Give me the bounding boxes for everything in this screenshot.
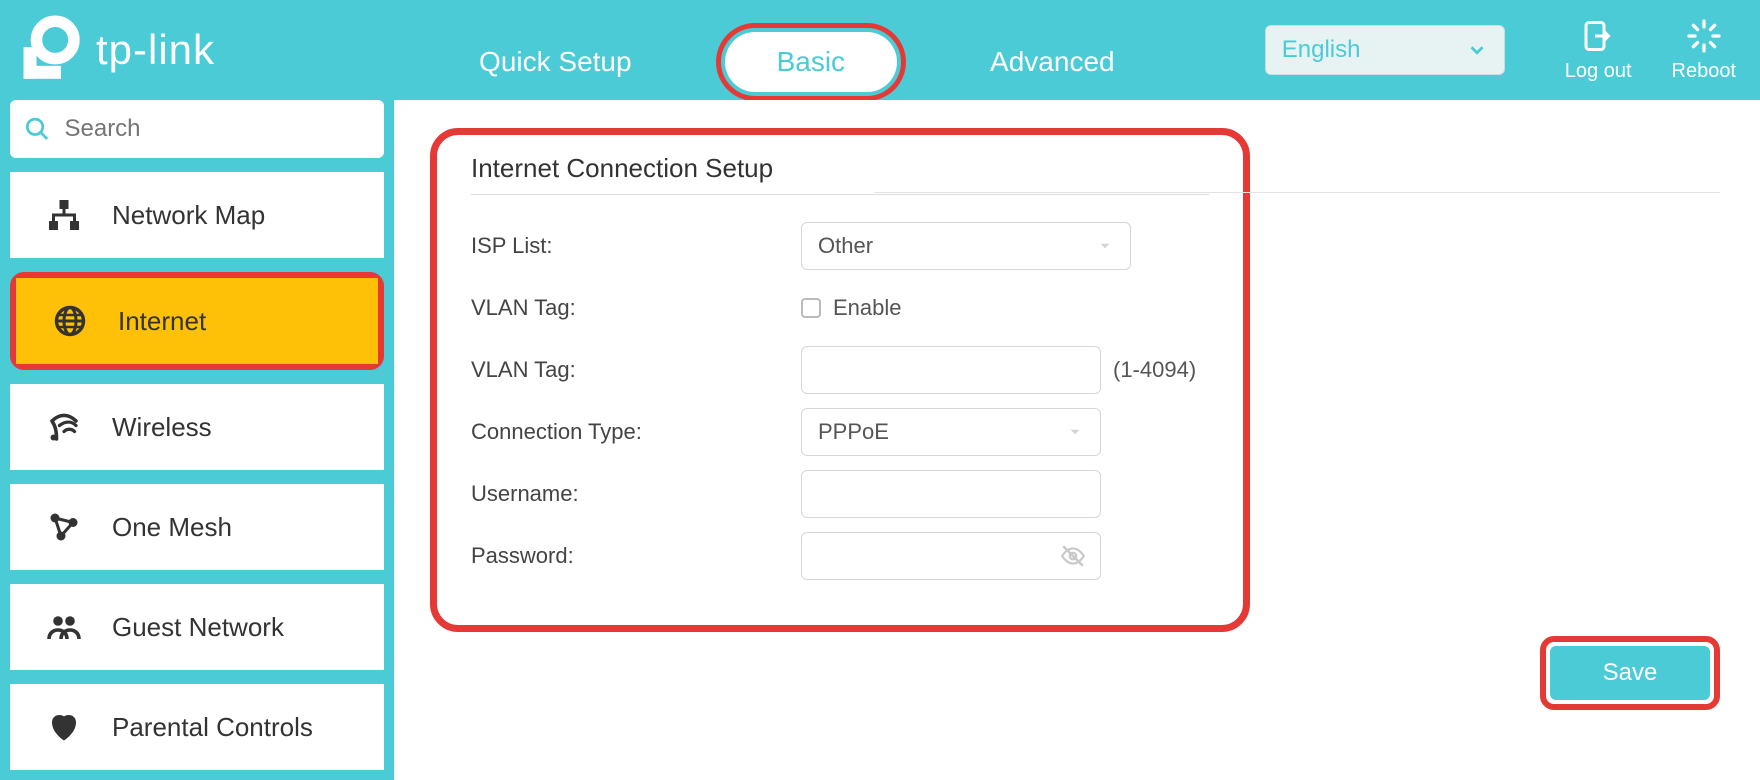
connection-type-label: Connection Type:	[471, 419, 801, 445]
main-content: Internet Connection Setup ISP List: Othe…	[394, 100, 1760, 780]
sidebar-item-parental-controls[interactable]: Parental Controls	[10, 684, 384, 770]
globe-icon	[52, 303, 88, 339]
save-button-highlight: Save	[1540, 636, 1720, 710]
sidebar-item-label: Guest Network	[112, 612, 284, 643]
tab-basic-highlight: Basic	[716, 23, 906, 101]
password-input[interactable]	[801, 532, 1101, 580]
search-box[interactable]	[10, 100, 384, 158]
sidebar-item-internet-highlight: Internet	[10, 272, 384, 370]
language-selected: English	[1282, 36, 1361, 64]
wifi-icon	[46, 409, 82, 445]
guest-network-icon	[46, 609, 82, 645]
isp-list-value: Other	[818, 233, 873, 259]
reboot-icon	[1686, 18, 1722, 54]
vlan-enable-label: VLAN Tag:	[471, 295, 801, 321]
sidebar-item-label: Parental Controls	[112, 712, 313, 743]
vlan-tag-input[interactable]	[801, 346, 1101, 394]
network-map-icon	[46, 197, 82, 233]
divider	[874, 192, 1720, 193]
reboot-button[interactable]: Reboot	[1672, 18, 1737, 83]
search-icon	[24, 114, 50, 144]
isp-list-label: ISP List:	[471, 233, 801, 259]
connection-type-select[interactable]: PPPoE	[801, 408, 1101, 456]
sidebar-item-guest-network[interactable]: Guest Network	[10, 584, 384, 670]
parental-controls-icon	[46, 709, 82, 745]
tab-basic[interactable]: Basic	[725, 32, 897, 92]
language-select[interactable]: English	[1265, 25, 1505, 75]
connection-type-value: PPPoE	[818, 419, 889, 445]
logout-icon	[1580, 18, 1616, 54]
search-input[interactable]	[64, 115, 370, 143]
vlan-tag-hint: (1-4094)	[1113, 357, 1196, 383]
sidebar-item-network-map[interactable]: Network Map	[10, 172, 384, 258]
sidebar-item-label: Wireless	[112, 412, 212, 443]
sidebar-item-label: One Mesh	[112, 512, 232, 543]
chevron-down-icon	[1066, 423, 1084, 441]
sidebar-item-one-mesh[interactable]: One Mesh	[10, 484, 384, 570]
main-tabs: Quick Setup Basic Advanced	[435, 23, 1159, 101]
password-label: Password:	[471, 543, 801, 569]
tp-link-logo-icon	[12, 14, 84, 86]
row-password: Password:	[471, 527, 1209, 585]
save-button[interactable]: Save	[1550, 646, 1710, 700]
row-username: Username:	[471, 465, 1209, 523]
row-isp-list: ISP List: Other	[471, 217, 1209, 275]
row-vlan-enable: VLAN Tag: Enable	[471, 279, 1209, 337]
username-input[interactable]	[801, 470, 1101, 518]
reboot-label: Reboot	[1672, 60, 1737, 83]
eye-off-icon[interactable]	[1060, 543, 1086, 569]
sidebar-item-label: Network Map	[112, 200, 265, 231]
vlan-enable-checkbox[interactable]	[801, 298, 821, 318]
brand-name: tp-link	[96, 26, 215, 74]
username-label: Username:	[471, 481, 801, 507]
logout-button[interactable]: Log out	[1565, 18, 1632, 83]
internet-connection-panel: Internet Connection Setup ISP List: Othe…	[430, 128, 1250, 632]
tab-advanced[interactable]: Advanced	[946, 28, 1159, 96]
sidebar-item-internet[interactable]: Internet	[16, 278, 378, 364]
chevron-down-icon	[1466, 39, 1488, 61]
sidebar-item-label: Internet	[118, 306, 206, 337]
panel-title: Internet Connection Setup	[471, 153, 1209, 184]
mesh-icon	[46, 509, 82, 545]
brand-logo: tp-link	[12, 14, 215, 86]
isp-list-select[interactable]: Other	[801, 222, 1131, 270]
tab-quick-setup[interactable]: Quick Setup	[435, 28, 676, 96]
sidebar: Network Map Internet Wireless One Mesh G…	[0, 100, 394, 780]
vlan-enable-text: Enable	[833, 295, 902, 321]
row-connection-type: Connection Type: PPPoE	[471, 403, 1209, 461]
logout-label: Log out	[1565, 60, 1632, 83]
vlan-tag-label: VLAN Tag:	[471, 357, 801, 383]
header: tp-link Quick Setup Basic Advanced Engli…	[0, 0, 1760, 100]
chevron-down-icon	[1096, 237, 1114, 255]
row-vlan-tag: VLAN Tag: (1-4094)	[471, 341, 1209, 399]
sidebar-item-wireless[interactable]: Wireless	[10, 384, 384, 470]
